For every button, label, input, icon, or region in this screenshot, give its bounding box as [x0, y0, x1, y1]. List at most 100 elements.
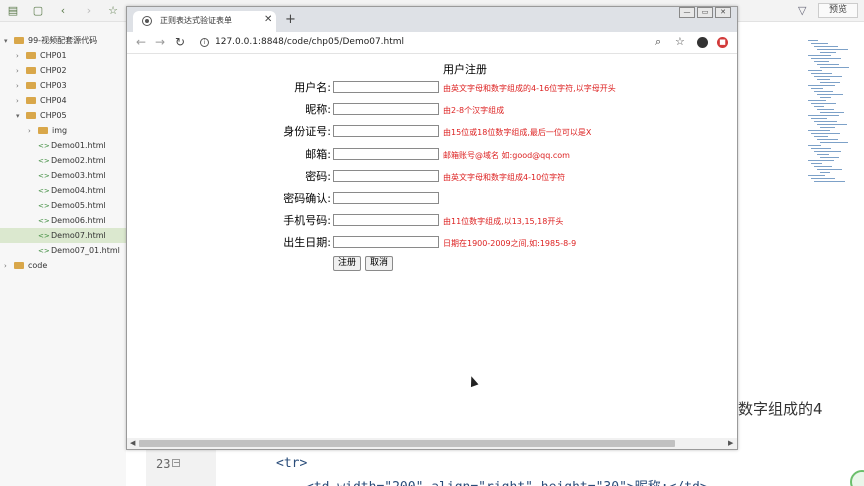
minimap-line: [817, 124, 847, 125]
html-file-icon: <>: [38, 157, 50, 165]
tree-folder[interactable]: › img: [0, 123, 126, 138]
tree-file[interactable]: <>Demo01.html: [0, 138, 126, 153]
tree-item-label: Demo06.html: [51, 216, 106, 225]
page-viewport: 用户注册 用户名: 由英文字母和数字组成的4-16位字符,以字母开头 昵称: 由2-8…: [127, 54, 737, 438]
html-file-icon: <>: [38, 142, 50, 150]
form-input[interactable]: [333, 192, 439, 204]
new-file-icon[interactable]: ▤: [6, 4, 20, 18]
preview-button[interactable]: 预览: [818, 3, 858, 18]
star-icon[interactable]: ☆: [106, 4, 120, 18]
tree-item-label: code: [28, 261, 48, 270]
minimap-line: [811, 103, 836, 104]
stop-icon[interactable]: ■: [717, 37, 728, 48]
site-info-icon[interactable]: i: [200, 38, 209, 47]
minimap-line: [811, 73, 832, 74]
tree-file[interactable]: <>Demo07.html: [0, 228, 126, 243]
chevron-right-icon[interactable]: ›: [16, 49, 26, 64]
chevron-right-icon[interactable]: ›: [16, 94, 26, 109]
field-hint: 邮箱账号@域名 如:good@qq.com: [443, 150, 570, 160]
folder-icon: [26, 82, 36, 89]
form-input[interactable]: [333, 147, 439, 160]
minimap-line: [814, 61, 829, 62]
tab-active[interactable]: 正则表达式验证表单 ✕: [133, 11, 276, 32]
form-title: 用户注册: [443, 63, 487, 76]
tree-folder[interactable]: › CHP01: [0, 48, 126, 63]
scrollbar-thumb[interactable]: [139, 440, 675, 447]
html-file-icon: <>: [38, 172, 50, 180]
scroll-left-icon[interactable]: ◀: [130, 439, 135, 447]
minimap-line: [814, 106, 824, 107]
window-controls: — ▭ ✕: [679, 7, 733, 19]
field-label: 出生日期:: [283, 236, 331, 250]
zoom-icon[interactable]: ⌕: [655, 36, 661, 48]
minimap-line: [811, 163, 822, 164]
tree-folder[interactable]: › CHP02: [0, 63, 126, 78]
tree-item-label: Demo03.html: [51, 171, 106, 180]
tree-folder[interactable]: › CHP03: [0, 78, 126, 93]
tree-file[interactable]: <>Demo05.html: [0, 198, 126, 213]
minimap-line: [808, 40, 818, 41]
save-icon[interactable]: ▢: [31, 4, 45, 18]
tree-file[interactable]: <>Demo02.html: [0, 153, 126, 168]
cancel-button[interactable]: 取消: [365, 256, 394, 271]
minimap-line: [808, 115, 839, 116]
field-label: 昵称:: [305, 103, 331, 117]
chevron-right-icon[interactable]: ›: [4, 259, 14, 274]
filter-icon[interactable]: ▽: [798, 4, 806, 17]
minimize-icon[interactable]: —: [679, 7, 695, 18]
tree-folder[interactable]: ▾ CHP05: [0, 108, 126, 123]
form-input[interactable]: [333, 214, 439, 227]
back-icon[interactable]: ‹: [56, 4, 70, 18]
chevron-down-icon[interactable]: ▾: [16, 109, 26, 124]
new-tab-icon[interactable]: +: [285, 13, 296, 26]
forward-icon[interactable]: ›: [82, 4, 96, 18]
minimap-line: [817, 139, 838, 140]
chevron-right-icon[interactable]: ›: [16, 79, 26, 94]
submit-button[interactable]: 注册: [333, 256, 362, 271]
profile-icon[interactable]: [697, 37, 708, 48]
minimap-line: [817, 64, 839, 65]
form-input[interactable]: [333, 169, 439, 182]
scroll-right-icon[interactable]: ▶: [728, 439, 733, 447]
tree-file[interactable]: <>Demo06.html: [0, 213, 126, 228]
tree-folder[interactable]: ▾ 99-视频配套源代码: [0, 33, 126, 48]
tree-file[interactable]: <>Demo03.html: [0, 168, 126, 183]
minimap-line: [817, 94, 843, 95]
minimap-line: [814, 151, 841, 152]
tree-item-label: Demo07_01.html: [51, 246, 120, 255]
folder-icon: [26, 112, 36, 119]
close-icon[interactable]: ✕: [264, 14, 272, 25]
form-input[interactable]: [333, 236, 439, 249]
reload-icon[interactable]: ↻: [175, 36, 185, 49]
minimap-line: [820, 52, 836, 53]
form-input[interactable]: [333, 125, 439, 138]
fold-icon[interactable]: −: [172, 459, 180, 467]
folder-icon: [14, 37, 24, 44]
minimap-line: [820, 157, 839, 158]
minimap-line: [814, 76, 842, 77]
form-input[interactable]: [333, 103, 439, 116]
chevron-down-icon[interactable]: ▾: [4, 34, 14, 49]
chevron-right-icon[interactable]: ›: [16, 64, 26, 79]
folder-icon: [26, 52, 36, 59]
form-input[interactable]: [333, 81, 439, 93]
tree-file[interactable]: <>Demo07_01.html: [0, 243, 126, 258]
field-hint: 日期在1900-2009之间,如:1985-8-9: [443, 239, 577, 249]
horizontal-scrollbar[interactable]: ◀ ▶: [127, 438, 737, 449]
back-arrow-icon[interactable]: ←: [136, 36, 146, 49]
bookmark-star-icon[interactable]: ☆: [675, 36, 685, 48]
code-minimap[interactable]: [800, 40, 864, 190]
tree-file[interactable]: <>Demo04.html: [0, 183, 126, 198]
tree-folder[interactable]: › code: [0, 258, 126, 273]
html-file-icon: <>: [38, 187, 50, 195]
chevron-right-icon[interactable]: ›: [28, 124, 38, 139]
maximize-icon[interactable]: ▭: [697, 7, 713, 18]
tree-folder[interactable]: › CHP04: [0, 93, 126, 108]
forward-arrow-icon[interactable]: →: [155, 36, 165, 49]
minimap-line: [814, 121, 837, 122]
address-bar[interactable]: 127.0.0.1:8848/code/chp05/Demo07.html: [215, 37, 404, 47]
folder-icon: [14, 262, 24, 269]
close-window-icon[interactable]: ✕: [715, 7, 731, 18]
minimap-line: [808, 160, 834, 161]
tree-item-label: Demo02.html: [51, 156, 106, 165]
